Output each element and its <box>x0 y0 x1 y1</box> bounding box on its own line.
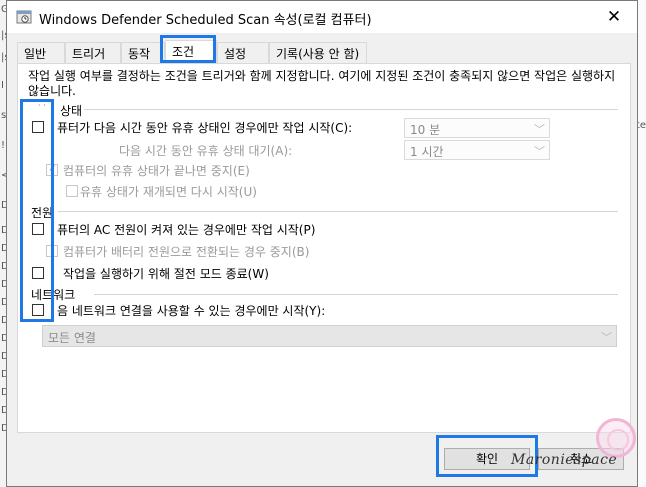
background-window-right: te <box>636 0 646 487</box>
network-start-label: 음 네트워크 연결을 사용할 수 있는 경우에만 시작(Y): <box>57 304 326 318</box>
power-group-label: 전원 <box>29 204 56 221</box>
tab-history[interactable]: 기록(사용 안 함) <box>269 42 367 63</box>
power-ac-checkbox[interactable] <box>32 223 44 235</box>
idle-group-prefix: · · <box>38 101 46 110</box>
idle-start-checkbox[interactable] <box>32 121 44 133</box>
idle-group-label: 상태 <box>58 102 85 119</box>
close-icon: ✕ <box>606 7 622 27</box>
power-wake-label: 작업을 실행하기 위해 절전 모드 종료(W) <box>63 267 269 281</box>
network-start-checkbox[interactable] <box>32 304 44 316</box>
network-group-separator <box>94 294 618 295</box>
power-group-separator <box>58 211 618 212</box>
chevron-down-icon: ﹀ <box>601 331 612 344</box>
network-connection-select[interactable]: 모든 연결 ﹀ <box>42 325 617 347</box>
conditions-panel: 작업 실행 여부를 결정하는 조건을 트리거와 함께 지정합니다. 여기에 지정… <box>17 63 631 433</box>
chevron-down-icon: ﹀ <box>534 123 545 136</box>
tab-general[interactable]: 일반 <box>17 42 65 63</box>
chevron-down-icon: ﹀ <box>534 145 545 158</box>
tab-settings[interactable]: 설정 <box>217 42 269 63</box>
power-wake-checkbox[interactable] <box>32 267 44 279</box>
network-connection-value: 모든 연결 <box>48 331 96 345</box>
watermark-text: Maroniespace <box>511 452 618 468</box>
idle-stop-checkbox[interactable] <box>46 162 58 176</box>
properties-dialog: Windows Defender Scheduled Scan 속성(로컬 컴퓨… <box>6 0 638 487</box>
window-title: Windows Defender Scheduled Scan 속성(로컬 컴퓨… <box>39 13 372 28</box>
idle-stop-label: 컴퓨터의 유휴 상태가 끝나면 중지(E) <box>63 164 250 178</box>
idle-wait-value: 1 시간 <box>410 145 444 159</box>
title-bar[interactable]: Windows Defender Scheduled Scan 속성(로컬 컴퓨… <box>7 1 637 33</box>
power-ac-label: 퓨터의 AC 전원이 켜져 있는 경우에만 작업 시작(P) <box>57 223 316 237</box>
bg-fragment: ! <box>1 140 6 151</box>
idle-duration-value: 10 분 <box>410 123 441 137</box>
task-scheduler-icon <box>16 10 32 24</box>
idle-restart-checkbox[interactable] <box>66 185 78 197</box>
tab-bar: 일반 트리거 동작 조건 설정 기록(사용 안 함) <box>17 40 631 64</box>
idle-wait-select[interactable]: 1 시간 ﹀ <box>404 140 550 160</box>
idle-start-label: 퓨터가 다음 시간 동안 유휴 상태인 경우에만 작업 시작(C): <box>57 121 353 135</box>
tab-triggers[interactable]: 트리거 <box>65 42 121 63</box>
idle-group-separator <box>66 109 618 110</box>
tab-actions[interactable]: 동작 <box>121 42 165 63</box>
close-button[interactable]: ✕ <box>591 1 637 33</box>
power-battery-checkbox[interactable] <box>46 245 58 257</box>
conditions-description: 작업 실행 여부를 결정하는 조건을 트리거와 함께 지정합니다. 여기에 지정… <box>28 69 616 98</box>
idle-restart-label: 유휴 상태가 재개되면 다시 시작(U) <box>80 185 257 199</box>
power-battery-label: 컴퓨터가 배터리 전원으로 전환되는 경우 중지(B) <box>63 245 310 259</box>
bg-fragment: I <box>1 80 4 91</box>
idle-duration-select[interactable]: 10 분 ﹀ <box>404 118 550 138</box>
tab-conditions[interactable]: 조건 <box>165 40 217 63</box>
idle-wait-label: 다음 시간 동안 유휴 상태 대기(A): <box>119 144 293 158</box>
network-group-label: 네트워크 <box>29 286 78 303</box>
